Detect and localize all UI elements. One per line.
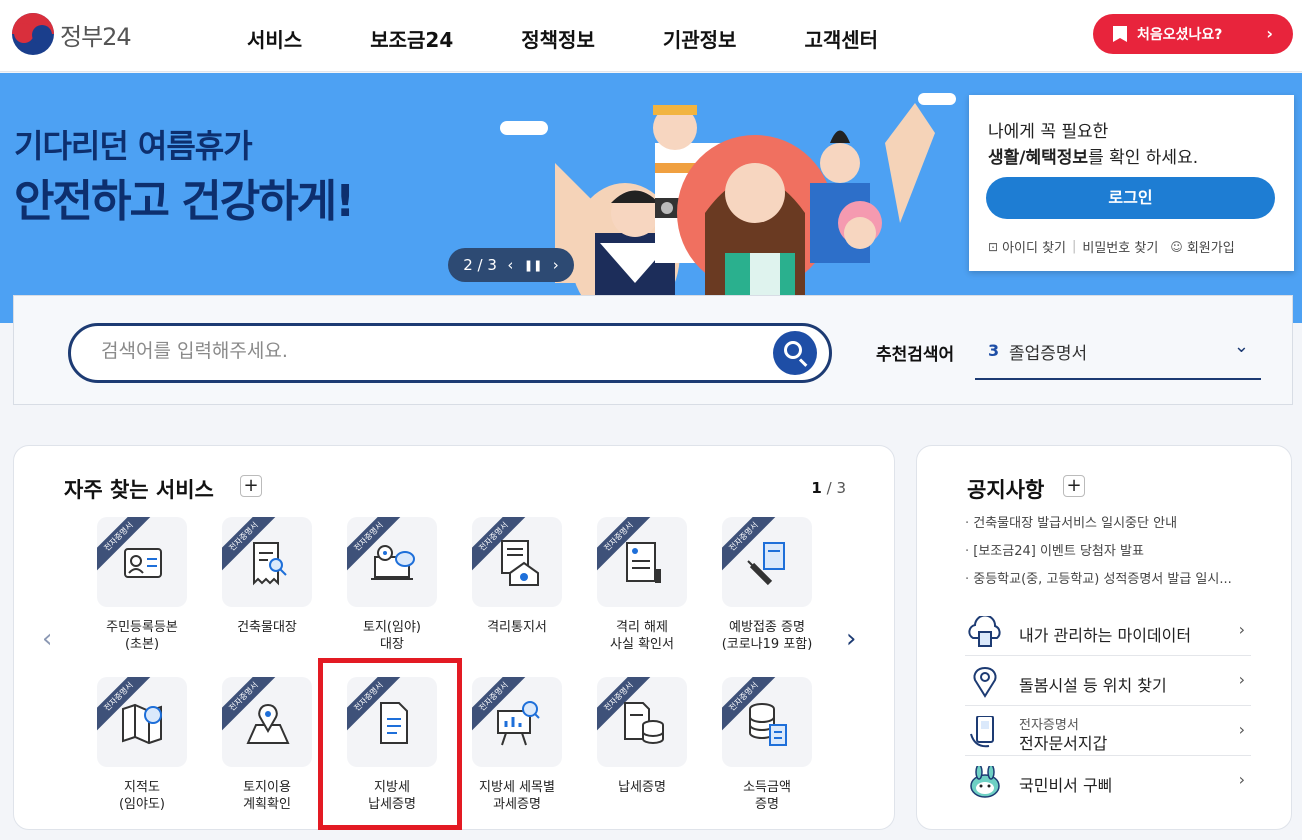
service-building-ledger[interactable]: 전자증명서 건축물대장	[199, 517, 319, 677]
main-nav: 서비스 보조금24 정책정보 기관정보 고객센터	[247, 24, 946, 53]
highlight-box	[318, 658, 462, 830]
service-land-ledger[interactable]: 전자증명서 토지(임야) 대장	[324, 517, 444, 677]
nav-agency[interactable]: 기관정보	[663, 24, 737, 53]
login-card: 나에게 꼭 필요한 생활/혜택정보를 확인 하세요. 로그인 ⊡ 아이디 찾기 …	[969, 95, 1294, 271]
recommend-search-dropdown[interactable]: 3 졸업증명서 ⌄	[975, 324, 1261, 380]
services-more-plus-icon[interactable]: +	[240, 475, 262, 497]
search-button[interactable]	[773, 331, 817, 375]
banner-pager: 2 / 3 ‹ ❚❚ ›	[448, 248, 574, 282]
bookmark-icon	[1113, 26, 1127, 42]
header: 정부24 서비스 보조금24 정책정보 기관정보 고객센터 처음오셨나요? ›	[0, 0, 1302, 72]
map-pin-laptop-icon	[371, 545, 415, 580]
recommend-keyword[interactable]: 졸업증명서	[1009, 339, 1087, 364]
chevron-right-icon: ›	[1238, 720, 1245, 739]
notice-item[interactable]: 건축물대장 발급서비스 일시중단 안내	[965, 512, 1232, 531]
service-land-use-plan[interactable]: 전자증명서 토지이용 계획확인	[199, 677, 319, 837]
taegeuk-logo-icon	[12, 13, 54, 55]
cloud-database-icon	[968, 616, 1001, 647]
nav-subsidy24[interactable]: 보조금24	[370, 24, 453, 53]
quarantine-document-icon	[501, 540, 539, 586]
service-quarantine-release[interactable]: 전자증명서 격리 해제 사실 확인서	[574, 517, 694, 677]
chevron-right-icon: ›	[1238, 670, 1245, 689]
notice-item[interactable]: 중등학교(중, 고등학교) 성적증명서 발급 일시...	[965, 568, 1231, 587]
search-box	[68, 323, 832, 383]
chevron-down-icon[interactable]: ⌄	[1234, 336, 1249, 357]
service-income-amount-certificate[interactable]: 전자증명서 소득금액 증명	[699, 677, 819, 837]
chevron-right-icon: ›	[1238, 620, 1245, 639]
first-visit-button[interactable]: 처음오셨나요? ›	[1093, 14, 1293, 54]
notice-list: 건축물대장 발급서비스 일시중단 안내 [보조금24] 이벤트 당첨자 발표 중…	[965, 512, 1232, 596]
service-vaccination-certificate[interactable]: 전자증명서 예방접종 증명 (코로나19 포함)	[699, 517, 819, 677]
database-document-icon	[749, 703, 787, 746]
id-card-icon	[124, 548, 162, 578]
quick-e-wallet[interactable]: 전자증명서 전자문서지갑 ›	[965, 706, 1251, 756]
service-tax-payment-certificate[interactable]: 전자증명서 납세증명	[574, 677, 694, 837]
banner-headline-1: 기다리던 여름휴가	[14, 127, 253, 165]
cloud-icon	[500, 121, 548, 135]
document-search-icon	[253, 542, 287, 586]
service-quarantine-notice[interactable]: 전자증명서 격리통지서	[449, 517, 569, 677]
next-slide-icon[interactable]: ›	[553, 256, 559, 274]
nav-customer-center[interactable]: 고객센터	[804, 24, 878, 53]
main-banner[interactable]: 기다리던 여름휴가 안전하고 건강하게! 2 / 3 ‹ ❚❚ › 나에게 꼭 …	[0, 73, 1302, 323]
presentation-chart-icon	[497, 701, 540, 746]
search-input[interactable]	[101, 340, 761, 362]
login-button[interactable]: 로그인	[986, 177, 1275, 219]
recommend-rank: 3	[988, 341, 1000, 360]
service-local-tax-by-item[interactable]: 전자증명서 지방세 세목별 과세증명	[449, 677, 569, 837]
map-pin-icon	[973, 666, 997, 698]
logo-text: 정부24	[60, 22, 132, 51]
login-intro-2: 생활/혜택정보를 확인 하세요.	[988, 148, 1199, 168]
coin-document-icon	[624, 702, 664, 744]
search-icon	[784, 341, 802, 359]
quick-care-facility[interactable]: 돌봄시설 등 위치 찾기 ›	[965, 656, 1251, 706]
chevron-right-icon[interactable]: ›	[846, 624, 856, 654]
chevron-right-icon: ›	[1238, 770, 1245, 789]
user-icon: ☺	[1170, 239, 1183, 254]
chevron-left-icon[interactable]: ‹	[42, 624, 52, 654]
chevron-right-icon: ›	[1266, 24, 1273, 43]
location-map-icon	[246, 703, 290, 744]
find-id-link[interactable]: 아이디 찾기	[1002, 237, 1066, 256]
recommend-search-label: 추천검색어	[876, 345, 955, 365]
service-resident-registration[interactable]: 전자증명서 주민등록등본 (초본)	[74, 517, 194, 677]
frequent-services-title: 자주 찾는 서비스	[64, 478, 214, 502]
release-document-icon	[626, 542, 661, 583]
quick-national-secretary[interactable]: 국민비서 구삐 ›	[965, 756, 1251, 806]
signup-link[interactable]: 회원가입	[1187, 237, 1235, 256]
notice-more-plus-icon[interactable]: +	[1063, 475, 1085, 497]
folded-map-icon	[122, 703, 162, 745]
lock-icon: ⊡	[988, 239, 999, 254]
gubbi-mascot-icon	[970, 766, 1000, 798]
services-page-indicator: 1 / 3	[811, 479, 846, 497]
pause-icon[interactable]: ❚❚	[524, 259, 542, 272]
search-area: 추천검색어 3 졸업증명서 ⌄	[13, 295, 1293, 405]
prev-slide-icon[interactable]: ‹	[507, 256, 513, 274]
service-cadastral-map[interactable]: 전자증명서 지적도 (임야도)	[74, 677, 194, 837]
phone-hand-icon	[970, 716, 994, 748]
notice-card: 공지사항 + 건축물대장 발급서비스 일시중단 안내 [보조금24] 이벤트 당…	[916, 445, 1292, 830]
notice-item[interactable]: [보조금24] 이벤트 당첨자 발표	[965, 540, 1232, 559]
notice-title: 공지사항	[967, 478, 1045, 502]
nav-policy[interactable]: 정책정보	[521, 24, 595, 53]
login-intro-1: 나에게 꼭 필요한	[988, 122, 1109, 142]
gov24-logo[interactable]: 정부24	[12, 13, 132, 55]
first-visit-label: 처음오셨나요?	[1137, 27, 1223, 43]
summer-vacation-illustration	[555, 103, 935, 323]
nav-services[interactable]: 서비스	[247, 24, 302, 53]
banner-headline-2: 안전하고 건강하게!	[14, 176, 355, 227]
quick-mydata[interactable]: 내가 관리하는 마이데이터 ›	[965, 606, 1251, 656]
login-links: ⊡ 아이디 찾기 | 비밀번호 찾기 ☺ 회원가입	[988, 237, 1235, 256]
pager-count: 2 / 3	[463, 256, 497, 274]
syringe-document-icon	[747, 542, 785, 586]
find-password-link[interactable]: 비밀번호 찾기	[1082, 237, 1158, 256]
